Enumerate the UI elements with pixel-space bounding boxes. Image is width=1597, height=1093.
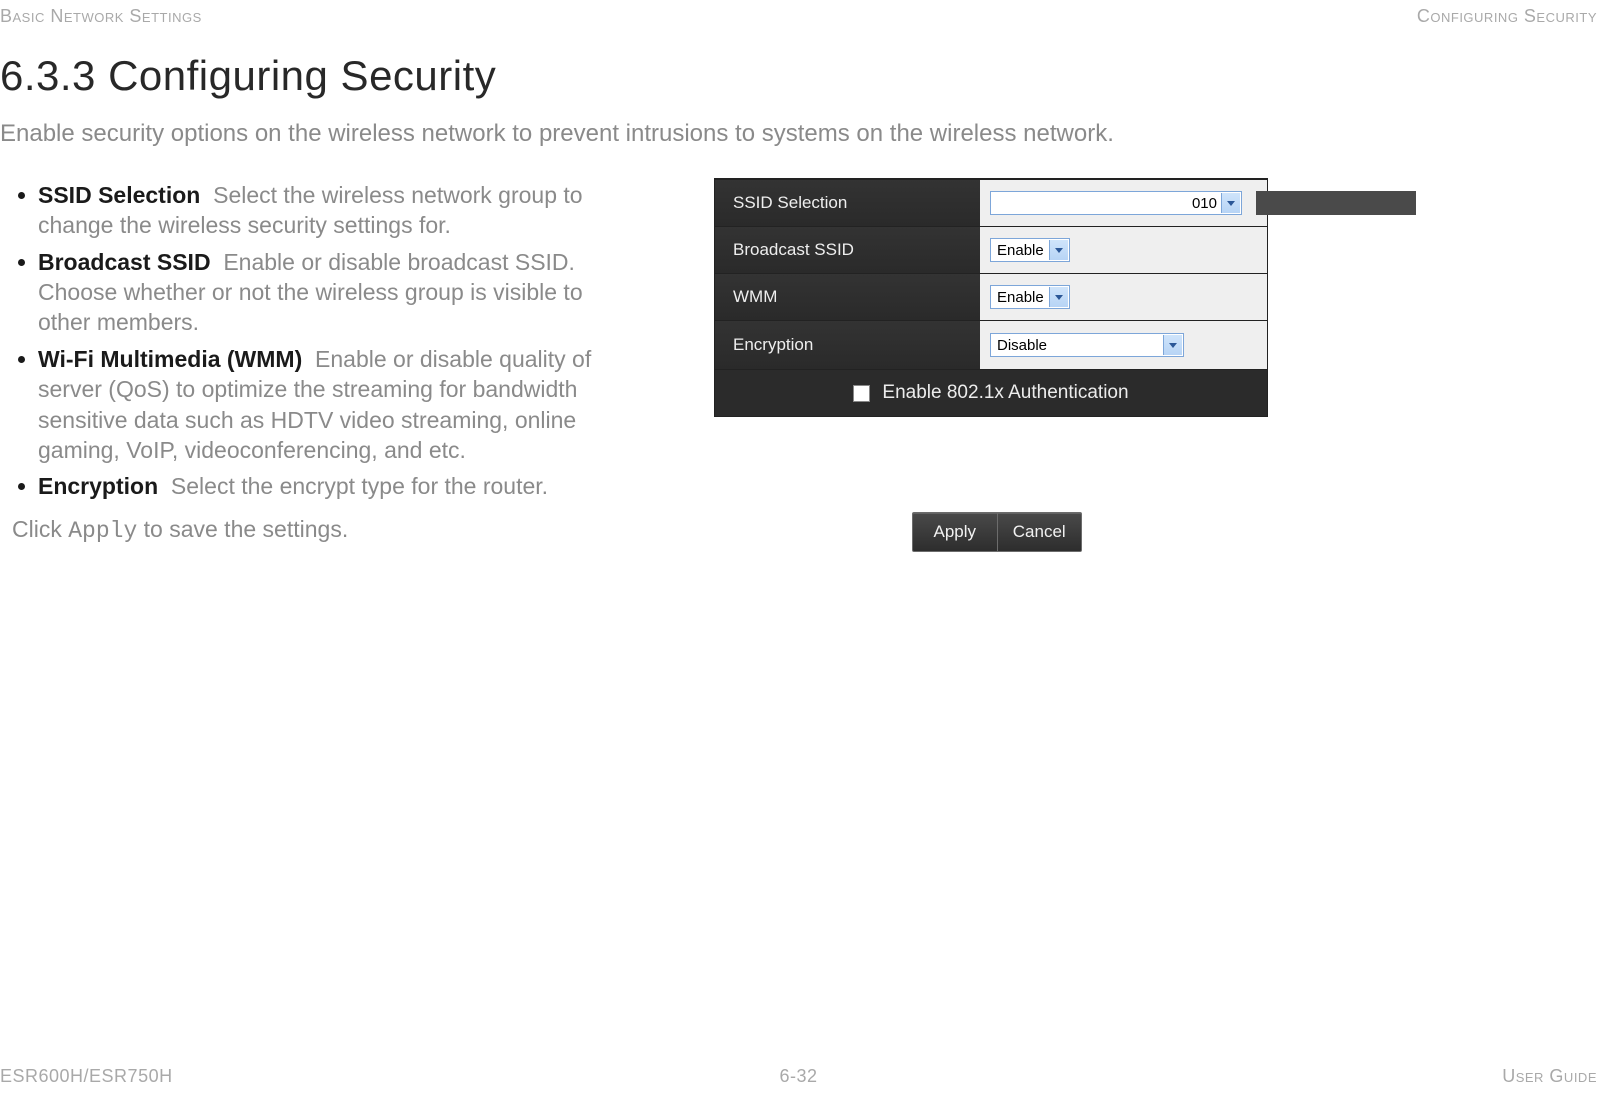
control-encryption: Disable	[980, 321, 1267, 369]
label-encryption: Encryption	[715, 335, 980, 355]
apply-cancel-button-group: Apply Cancel	[912, 512, 1082, 552]
definition-list: SSID Selection Select the wireless netwo…	[12, 180, 632, 502]
apply-note-code: Apply	[68, 518, 137, 544]
section-title: 6.3.3 Configuring Security	[0, 52, 496, 100]
dropdown-button[interactable]	[1049, 240, 1068, 260]
label-wmm: WMM	[715, 287, 980, 307]
enable-8021x-checkbox[interactable]: Enable 802.1x Authentication	[853, 382, 1128, 404]
section-intro: Enable security options on the wireless …	[0, 120, 1114, 148]
header-left: Basic Network Settings	[0, 6, 202, 27]
term-text: Select the encrypt type for the router.	[171, 473, 548, 499]
chevron-down-icon	[1055, 248, 1063, 253]
ssid-selection-select[interactable]: placeholder 010	[990, 191, 1242, 215]
apply-note-pre: Click	[12, 516, 68, 542]
security-settings-panel: SSID Selection placeholder 010 Broadcast…	[714, 178, 1268, 417]
label-ssid-selection: SSID Selection	[715, 193, 980, 213]
row-ssid-selection: SSID Selection placeholder 010	[715, 179, 1267, 227]
dropdown-button[interactable]	[1163, 335, 1182, 355]
footer-right: User Guide	[1502, 1066, 1597, 1087]
apply-note-post: to save the settings.	[137, 516, 348, 542]
chevron-down-icon	[1227, 201, 1235, 206]
footer-center: 6-32	[779, 1066, 817, 1087]
ssid-selection-visible-suffix: 010	[1192, 195, 1217, 212]
apply-note: Click Apply to save the settings.	[12, 516, 632, 544]
term-broadcast-ssid: Broadcast SSID	[38, 249, 211, 275]
dropdown-button[interactable]	[1221, 193, 1240, 213]
row-wmm: WMM Enable	[715, 274, 1267, 321]
encryption-value: Disable	[997, 337, 1047, 354]
footer-left: ESR600H/ESR750H	[0, 1066, 173, 1087]
control-ssid-selection: placeholder 010	[980, 180, 1267, 226]
redacted-ssid-overlay	[1256, 191, 1416, 215]
wmm-select[interactable]: Enable	[990, 285, 1070, 309]
encryption-select[interactable]: Disable	[990, 333, 1184, 357]
broadcast-ssid-select[interactable]: Enable	[990, 238, 1070, 262]
apply-button[interactable]: Apply	[913, 513, 998, 551]
wmm-value: Enable	[997, 289, 1044, 306]
list-item: SSID Selection Select the wireless netwo…	[12, 180, 632, 241]
row-8021x-auth: Enable 802.1x Authentication	[715, 370, 1267, 416]
cancel-button[interactable]: Cancel	[998, 513, 1082, 551]
row-broadcast-ssid: Broadcast SSID Enable	[715, 227, 1267, 274]
control-broadcast-ssid: Enable	[980, 227, 1267, 273]
dropdown-button[interactable]	[1049, 287, 1068, 307]
list-item: Encryption Select the encrypt type for t…	[12, 471, 632, 501]
label-broadcast-ssid: Broadcast SSID	[715, 240, 980, 260]
broadcast-ssid-value: Enable	[997, 242, 1044, 259]
term-wmm: Wi-Fi Multimedia (WMM)	[38, 346, 302, 372]
list-item: Wi-Fi Multimedia (WMM) Enable or disable…	[12, 344, 632, 465]
chevron-down-icon	[1055, 295, 1063, 300]
control-wmm: Enable	[980, 274, 1267, 320]
checkbox-icon	[853, 385, 870, 402]
enable-8021x-label: Enable 802.1x Authentication	[882, 382, 1128, 404]
row-encryption: Encryption Disable	[715, 321, 1267, 370]
chevron-down-icon	[1169, 343, 1177, 348]
list-item: Broadcast SSID Enable or disable broadca…	[12, 247, 632, 338]
term-encryption: Encryption	[38, 473, 158, 499]
term-ssid-selection: SSID Selection	[38, 182, 200, 208]
header-right: Configuring Security	[1417, 6, 1597, 27]
